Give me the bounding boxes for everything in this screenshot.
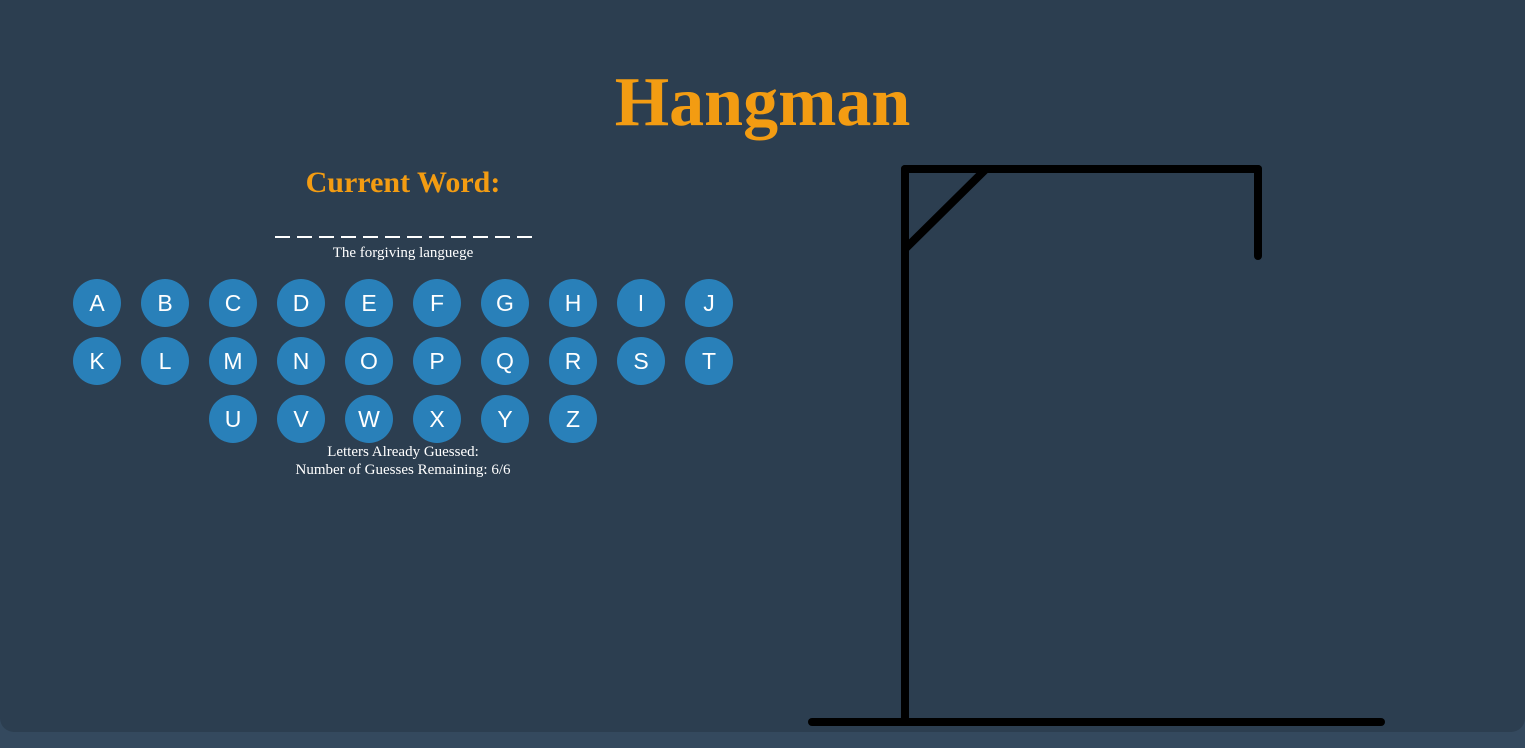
gallows-brace: [901, 165, 990, 253]
gallows-drawing: [808, 165, 1385, 726]
game-panel: Hangman Current Word: ____________ The f…: [0, 0, 1525, 732]
